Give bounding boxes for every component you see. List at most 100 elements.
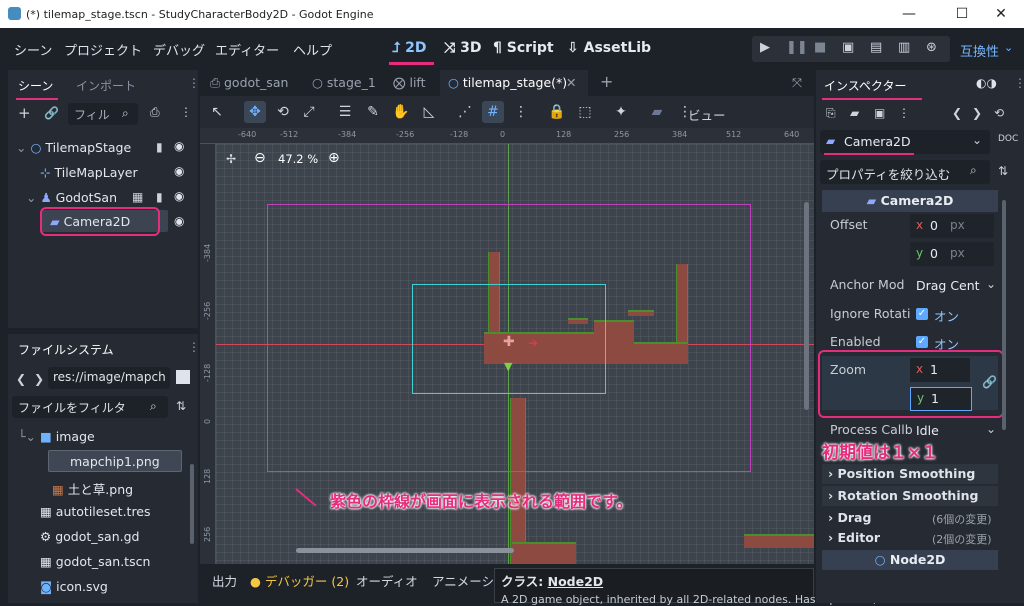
back-icon[interactable]: ❮ (16, 372, 26, 386)
open-folder-icon[interactable]: ▰ (850, 106, 859, 120)
dock-menu-icon[interactable]: ⋮ (188, 340, 200, 354)
history-icon[interactable]: ⟲ (994, 106, 1004, 120)
add-tab-icon[interactable]: + (600, 72, 613, 91)
list-select-icon[interactable]: ☰ (336, 104, 354, 120)
close-button[interactable]: ✕ (978, 0, 1024, 28)
clapper-icon[interactable]: ▦ (132, 190, 143, 204)
zoom-out-icon[interactable]: ⊖ (254, 150, 266, 166)
skeleton-icon[interactable]: ✦ (612, 104, 630, 120)
forward-icon[interactable]: ❯ (34, 372, 44, 386)
menu-help[interactable]: ヘルプ (293, 40, 332, 59)
ignore-rotation-checkbox[interactable]: ✓ (916, 308, 928, 320)
move-tool-icon[interactable]: ✥ (246, 104, 264, 120)
zoom-in-icon[interactable]: ⊕ (328, 150, 340, 166)
select-tool-icon[interactable]: ↖ (208, 104, 226, 120)
list-item[interactable]: ⚙ godot_san.gd (40, 529, 139, 544)
inspector-scrollbar[interactable] (1002, 200, 1006, 430)
tab-godot-san[interactable]: ⎙ godot_san (210, 75, 288, 91)
tab-lift[interactable]: ⨂ lift (393, 75, 426, 90)
extra-menu-icon[interactable]: ⋮ (898, 106, 910, 120)
distraction-free-icon[interactable]: ⤧ (792, 75, 802, 91)
list-item[interactable]: mapchip1.png (70, 454, 160, 469)
play-scene-icon[interactable]: ▤ (870, 40, 882, 55)
visibility-icon[interactable]: ◉ (174, 164, 184, 178)
split-view-icon[interactable] (176, 370, 190, 384)
workspace-assetlib[interactable]: ⇩ AssetLib (567, 40, 651, 56)
property-filter-input[interactable]: プロパティを絞り込む ⌕ (820, 160, 990, 184)
workspace-3d[interactable]: ⤨ 3D (444, 40, 481, 56)
character-sprite[interactable]: ✚ (503, 334, 515, 350)
menu-editor[interactable]: エディター (215, 40, 279, 59)
visibility-icon[interactable]: ◉ (174, 214, 184, 228)
stop-icon[interactable]: ■ (814, 40, 826, 55)
tab-debugger[interactable]: ● デバッガー (2) (250, 571, 349, 590)
tree-item-tilemapstage[interactable]: ⌄ ○ TilemapStage (16, 140, 131, 155)
history-back-icon[interactable]: ❮ (952, 106, 962, 120)
offset-y-field[interactable]: y 0 px (910, 242, 994, 266)
tab-audio[interactable]: オーディオ (356, 571, 418, 590)
enabled-checkbox[interactable]: ✓ (916, 336, 928, 348)
node-selector[interactable]: ▰ Camera2D ⌄ (820, 130, 990, 154)
sort-icon[interactable]: ⇅ (176, 399, 186, 413)
view-menu[interactable]: ビュー (688, 105, 726, 124)
play-icon[interactable]: ▶ (760, 40, 770, 55)
file-filter-input[interactable]: ファイルをフィルタ ⌕ (12, 396, 168, 418)
section-position-smoothing[interactable]: › Position Smoothing (822, 464, 998, 484)
zoom-level[interactable]: 47.2 % (278, 152, 318, 166)
dock-menu-icon[interactable]: ⋮ (188, 76, 200, 90)
scene-menu-icon[interactable]: ⋮ (180, 105, 192, 119)
renderer-select[interactable]: 互換性 (960, 41, 999, 60)
tab-filesystem[interactable]: ファイルシステム (18, 341, 114, 358)
anchor-mode-select[interactable]: Drag Cent ⌄ (910, 274, 1000, 298)
filter-options-icon[interactable]: ⇅ (998, 164, 1008, 178)
class-section-camera2d[interactable]: ▰ Camera2D (822, 190, 998, 212)
list-item[interactable]: ▦ godot_san.tscn (40, 554, 150, 569)
history-forward-icon[interactable]: ❯ (972, 106, 982, 120)
tab-output[interactable]: 出力 (212, 571, 237, 590)
link-icon[interactable]: 🔗 (44, 106, 59, 120)
tab-animation[interactable]: アニメーシ (432, 571, 494, 590)
dock-menu-icon[interactable]: ⋮ (1014, 76, 1024, 90)
dock-arrows-icon[interactable]: ◐◑ (976, 76, 997, 90)
play-custom-scene-icon[interactable]: ▥ (898, 40, 910, 55)
save-icon[interactable]: ▣ (874, 106, 885, 120)
script-icon[interactable]: ▮ (156, 190, 163, 204)
visibility-icon[interactable]: ◉ (174, 139, 184, 153)
x-gizmo-arrow[interactable]: ➔ (528, 336, 538, 350)
tab-scene[interactable]: シーン (18, 77, 53, 94)
tree-item-godotsan[interactable]: ⌄ ♟ GodotSan (26, 190, 117, 205)
list-item[interactable]: ▦ 土と草.png (52, 479, 133, 498)
pan-tool-icon[interactable]: ✋ (392, 104, 410, 120)
list-item[interactable]: ◙ icon.svg (40, 579, 108, 594)
workspace-2d[interactable]: ⮥ 2D (392, 40, 427, 56)
group-icon[interactable]: ⬚ (576, 104, 594, 120)
add-node-icon[interactable]: + (18, 104, 31, 122)
tab-inspector[interactable]: インスペクター (824, 77, 906, 94)
list-item[interactable]: └⌄ ■ image (18, 429, 95, 444)
scene-filter-input[interactable]: フィル ⌕ (68, 103, 138, 125)
script-icon[interactable]: ▮ (156, 140, 163, 154)
close-tab-icon[interactable]: ✕ (566, 75, 576, 90)
horizontal-scrollbar[interactable] (296, 548, 514, 553)
workspace-script[interactable]: ¶ Script (493, 40, 554, 56)
remote-debug-icon[interactable]: ▣ (842, 40, 854, 55)
center-view-icon[interactable]: ✢ (226, 152, 236, 166)
tree-item-camera2d[interactable]: ▰ Camera2D (50, 214, 130, 229)
y-gizmo-arrow[interactable]: ▼ (504, 360, 512, 373)
movie-maker-icon[interactable]: ⊛ (926, 40, 937, 55)
docs-icon[interactable]: DOC (998, 134, 1018, 144)
offset-x-field[interactable]: x 0 px (910, 214, 994, 238)
snap-menu-icon[interactable]: ⋮ (512, 104, 530, 120)
smart-snap-icon[interactable]: ⋰ (456, 104, 474, 120)
visibility-icon[interactable]: ◉ (174, 189, 184, 203)
tab-import[interactable]: インポート (76, 77, 136, 94)
list-item[interactable]: ▦ autotileset.tres (40, 504, 151, 519)
tab-stage-1[interactable]: ○ stage_1 (312, 75, 376, 90)
class-section-node2d[interactable]: ○ Node2D (822, 550, 998, 570)
ruler-tool-icon[interactable]: ◺ (420, 104, 438, 120)
path-field[interactable]: res://image/mapch (48, 367, 170, 389)
new-resource-icon[interactable]: ⎘ (826, 106, 836, 121)
menu-debug[interactable]: デバッグ (153, 40, 205, 59)
pause-icon[interactable]: ❚❚ (786, 40, 808, 55)
tab-tilemap-stage[interactable]: ○ tilemap_stage(*) (448, 75, 567, 90)
